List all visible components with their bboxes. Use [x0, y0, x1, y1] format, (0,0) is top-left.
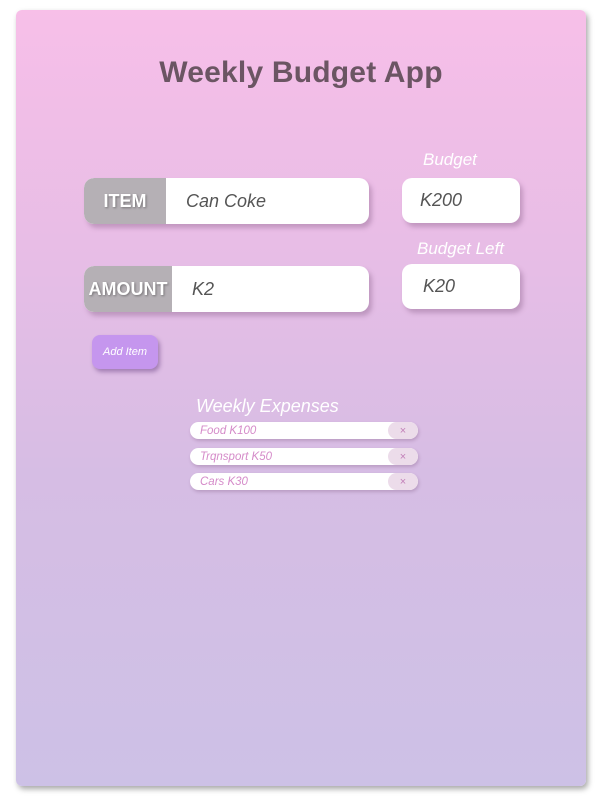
expenses-title: Weekly Expenses: [196, 396, 339, 416]
budget-field[interactable]: K200: [402, 178, 520, 223]
expense-text: Trqnsport K50: [200, 450, 273, 463]
budget-left-field: K20: [402, 264, 520, 309]
remove-expense-button[interactable]: ×: [388, 448, 418, 465]
budget-input[interactable]: K200: [420, 178, 462, 223]
amount-field[interactable]: AMOUNT K2: [84, 266, 369, 312]
budget-left-value: K20: [423, 276, 456, 296]
remove-expense-button[interactable]: ×: [388, 422, 418, 439]
expense-text: Cars K30: [200, 475, 248, 488]
expense-item: Food K100 ×: [190, 422, 418, 439]
remove-expense-button[interactable]: ×: [388, 473, 418, 490]
amount-tag: AMOUNT: [84, 266, 172, 312]
expense-item: Trqnsport K50 ×: [190, 448, 418, 465]
expense-item: Cars K30 ×: [190, 473, 418, 490]
page-title: Weekly Budget App: [159, 56, 443, 89]
expense-text: Food K100: [200, 424, 257, 437]
item-field[interactable]: ITEM Can Coke: [84, 178, 369, 224]
budget-left-label: Budget Left: [417, 239, 504, 258]
item-tag: ITEM: [84, 178, 166, 224]
add-item-button[interactable]: Add Item: [92, 335, 158, 369]
app-card: Weekly Budget App ITEM Can Coke AMOUNT K…: [16, 10, 586, 786]
budget-label: Budget: [423, 150, 477, 169]
item-input[interactable]: Can Coke: [186, 178, 266, 224]
amount-input[interactable]: K2: [192, 266, 214, 312]
